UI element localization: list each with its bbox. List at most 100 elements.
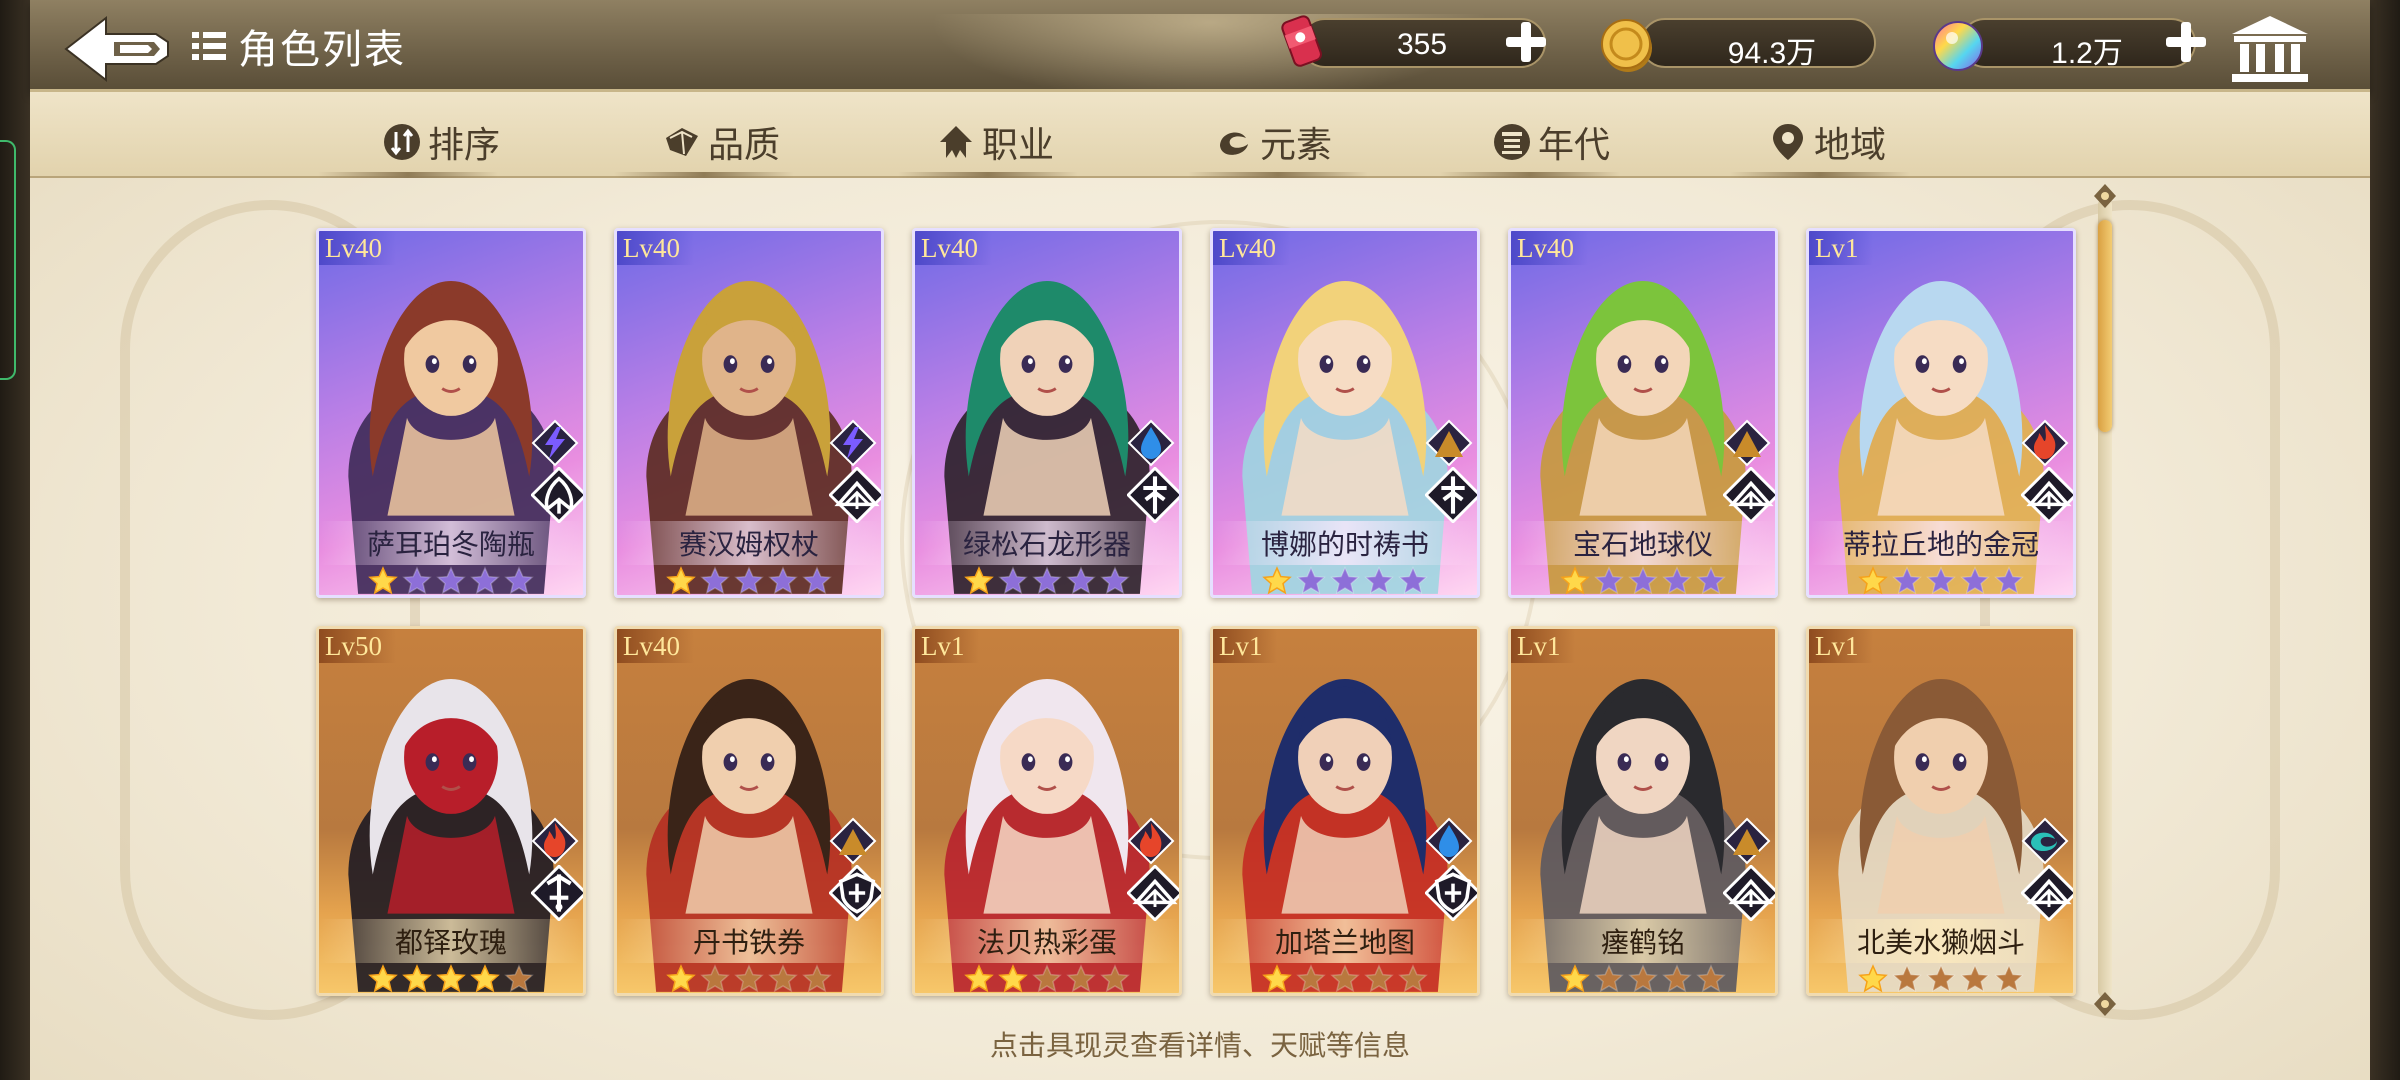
star-filled-icon <box>1262 964 1292 993</box>
star-empty-icon <box>1926 964 1956 993</box>
star-empty-icon <box>1296 566 1326 595</box>
star-rating <box>1511 565 1775 595</box>
character-card[interactable]: Lv1 蒂拉丘地的金冠 <box>1806 228 2076 598</box>
star-rating <box>1213 963 1477 993</box>
scroll-thumb[interactable] <box>2098 220 2112 432</box>
star-rating <box>915 565 1179 595</box>
character-card[interactable]: Lv1 瘗鹤铭 <box>1508 626 1778 996</box>
filter-tab-era[interactable]: 年代 <box>1492 112 1610 172</box>
character-card[interactable]: Lv40 宝石地球仪 <box>1508 228 1778 598</box>
scroll-bottom-ornament <box>2094 992 2116 1016</box>
earth-element-icon <box>1723 817 1771 865</box>
location-pin-icon <box>1773 124 1803 160</box>
gem-plus-button[interactable] <box>2162 18 2210 66</box>
museum-icon[interactable] <box>2228 12 2312 86</box>
level-text: Lv1 <box>1815 630 1859 661</box>
character-card[interactable]: Lv40 博娜的时祷书 <box>1210 228 1480 598</box>
fire-element-icon <box>531 817 579 865</box>
filter-tab-sort[interactable]: 排序 <box>382 112 500 172</box>
earth-element-icon <box>1723 419 1771 467</box>
star-empty-icon <box>1662 566 1692 595</box>
level-tag: Lv1 <box>1809 231 1873 265</box>
character-card[interactable]: Lv1 加塔兰地图 <box>1210 626 1480 996</box>
star-empty-icon <box>768 964 798 993</box>
filter-tab-label: 职业 <box>982 125 1055 166</box>
star-filled-icon <box>436 964 466 993</box>
star-rating <box>617 963 881 993</box>
star-rating <box>1809 565 2073 595</box>
character-card[interactable]: Lv1 北美水獭烟斗 <box>1806 626 2076 996</box>
earth-element-icon <box>1425 419 1473 467</box>
filter-underline <box>614 172 794 178</box>
star-empty-icon <box>734 964 764 993</box>
character-name: 博娜的时祷书 <box>1260 528 1429 561</box>
energy-plus-button[interactable] <box>1502 18 1550 66</box>
star-empty-icon <box>1330 964 1360 993</box>
star-filled-icon <box>368 566 398 595</box>
star-empty-icon <box>436 566 466 595</box>
book-class-icon <box>829 467 881 523</box>
star-empty-icon <box>1100 566 1130 595</box>
star-empty-icon <box>768 566 798 595</box>
character-card[interactable]: Lv40 绿松石龙形器 <box>912 228 1182 598</box>
star-empty-icon <box>1364 566 1394 595</box>
gem-counter: 1.2万 <box>1960 18 2196 70</box>
filter-tab-element[interactable]: 元素 <box>1214 112 1332 172</box>
level-tag: Lv1 <box>1213 629 1277 663</box>
star-empty-icon <box>1364 964 1394 993</box>
star-rating <box>1511 963 1775 993</box>
star-filled-icon <box>470 964 500 993</box>
filter-tab-label: 元素 <box>1260 125 1333 166</box>
character-card[interactable]: Lv40 赛汉姆权杖 <box>614 228 884 598</box>
filter-underline <box>1730 172 1910 178</box>
star-empty-icon <box>1330 566 1360 595</box>
character-name-band: 北美水獭烟斗 <box>1809 919 2073 963</box>
character-card[interactable]: Lv50 都铎玫瑰 <box>316 626 586 996</box>
star-empty-icon <box>504 566 534 595</box>
gold-value: 94.3万 <box>1727 37 1817 70</box>
filter-tab-region[interactable]: 地域 <box>1768 112 1886 172</box>
level-text: Lv1 <box>1219 630 1263 661</box>
gem-value: 1.2万 <box>2051 37 2123 70</box>
star-filled-icon <box>998 964 1028 993</box>
level-tag: Lv1 <box>915 629 979 663</box>
character-card[interactable]: Lv40 丹书铁券 <box>614 626 884 996</box>
character-name: 加塔兰地图 <box>1274 926 1415 959</box>
character-name-band: 瘗鹤铭 <box>1511 919 1775 963</box>
star-empty-icon <box>1960 566 1990 595</box>
character-name-band: 都铎玫瑰 <box>319 919 583 963</box>
star-empty-icon <box>1994 964 2024 993</box>
star-empty-icon <box>802 964 832 993</box>
star-empty-icon <box>1960 964 1990 993</box>
star-empty-icon <box>1696 964 1726 993</box>
star-empty-icon <box>470 566 500 595</box>
character-card[interactable]: Lv1 法贝热彩蛋 <box>912 626 1182 996</box>
fan-class-icon <box>531 467 583 523</box>
star-filled-icon <box>1858 566 1888 595</box>
level-tag: Lv40 <box>617 629 694 663</box>
sword-class-icon <box>531 865 583 921</box>
filter-tab-quality[interactable]: 品质 <box>662 112 780 172</box>
character-name: 丹书铁券 <box>692 926 805 959</box>
star-rating <box>319 565 583 595</box>
character-card[interactable]: Lv40 萨耳珀冬陶瓶 <box>316 228 586 598</box>
level-tag: Lv1 <box>1809 629 1873 663</box>
filter-bar <box>30 92 2370 178</box>
character-name-band: 博娜的时祷书 <box>1213 521 1477 565</box>
filter-tab-class[interactable]: 职业 <box>936 112 1054 172</box>
level-tag: Lv50 <box>319 629 396 663</box>
level-text: Lv40 <box>921 232 978 263</box>
era-icon <box>1494 124 1530 160</box>
side-pull-tab[interactable] <box>0 140 16 380</box>
water-element-icon <box>1127 419 1175 467</box>
star-filled-icon <box>666 566 696 595</box>
level-tag: Lv40 <box>1213 231 1290 265</box>
back-arrow-icon[interactable] <box>56 10 176 88</box>
star-empty-icon <box>1696 566 1726 595</box>
star-empty-icon <box>998 566 1028 595</box>
fire-element-icon <box>1127 817 1175 865</box>
character-name: 赛汉姆权杖 <box>678 528 819 561</box>
star-filled-icon <box>1858 964 1888 993</box>
star-empty-icon <box>1628 964 1658 993</box>
star-filled-icon <box>1560 964 1590 993</box>
